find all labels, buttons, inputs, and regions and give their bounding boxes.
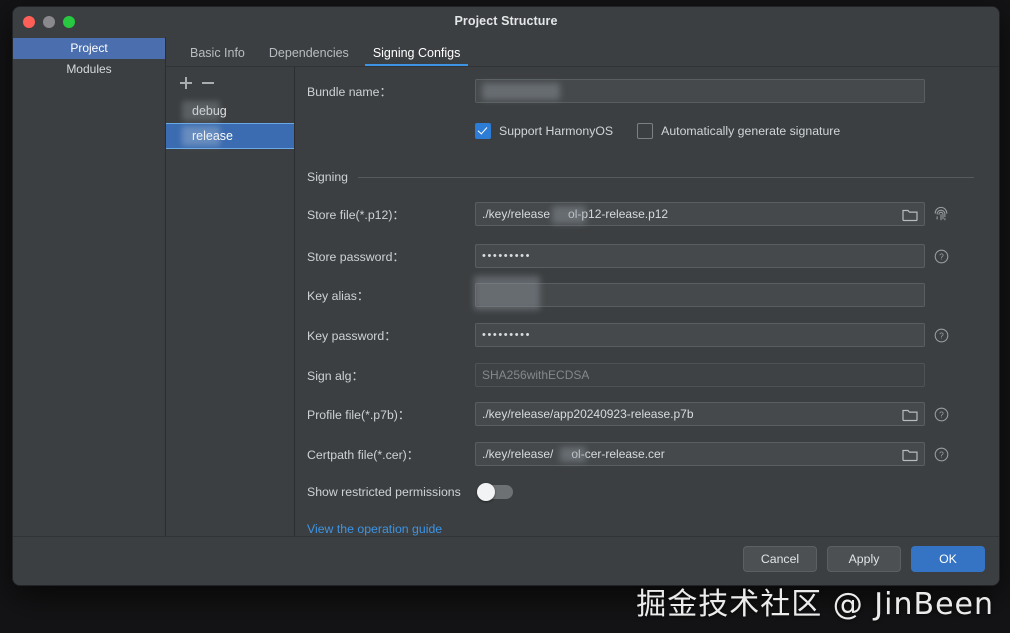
browse-folder-icon[interactable] — [900, 406, 920, 423]
signing-config-list: debug release — [166, 99, 294, 149]
checkbox-support-harmonyos-label: Support HarmonyOS — [499, 124, 613, 138]
bundle-name-label: Bundle name： — [307, 82, 475, 100]
key-password-input[interactable]: ••••••••• — [475, 323, 925, 347]
sidebar-item-project[interactable]: Project — [13, 38, 165, 59]
tab-bar: Basic Info Dependencies Signing Configs — [166, 37, 999, 67]
sidebar: Project Modules — [13, 37, 166, 585]
row-store-file: Store file(*.p12)： ./key/release ol-p12-… — [307, 202, 991, 226]
bundle-name-input[interactable] — [475, 79, 925, 103]
key-alias-label: Key alias： — [307, 286, 475, 304]
redacted-value — [552, 206, 586, 224]
toggle-knob — [477, 483, 495, 501]
row-key-alias: Key alias： — [307, 283, 991, 307]
help-icon[interactable]: ? — [934, 328, 949, 343]
row-sign-alg: Sign alg： SHA256withECDSA — [307, 363, 991, 387]
svg-text:?: ? — [939, 251, 944, 261]
svg-text:?: ? — [939, 409, 944, 419]
browse-folder-icon[interactable] — [900, 206, 920, 223]
signing-form: Bundle name： Support HarmonyOS — [295, 67, 999, 585]
footer-buttons: Cancel Apply OK — [743, 546, 985, 572]
tab-signing-configs[interactable]: Signing Configs — [361, 46, 473, 66]
cancel-button[interactable]: Cancel — [743, 546, 817, 572]
tab-basic-info[interactable]: Basic Info — [178, 46, 257, 66]
window-titlebar: Project Structure — [13, 7, 999, 38]
redacted-value — [482, 83, 560, 100]
store-file-input[interactable]: ./key/release ol-p12-release.p12 — [475, 202, 925, 226]
svg-text:?: ? — [939, 449, 944, 459]
list-item-debug[interactable]: debug — [166, 99, 294, 123]
remove-config-button[interactable] — [200, 75, 216, 91]
browse-folder-icon[interactable] — [900, 446, 920, 463]
sign-alg-input: SHA256withECDSA — [475, 363, 925, 387]
help-icon[interactable]: ? — [934, 407, 949, 422]
certpath-file-input[interactable]: ./key/release/ ol-cer-release.cer — [475, 442, 925, 466]
row-restricted-permissions: Show restricted permissions — [307, 480, 991, 504]
row-checkboxes: Support HarmonyOS Automatically generate… — [475, 123, 864, 139]
help-icon[interactable]: ? — [934, 249, 949, 264]
sidebar-item-modules[interactable]: Modules — [13, 59, 165, 80]
dialog-footer: Cancel Apply OK — [13, 536, 999, 585]
window-title: Project Structure — [13, 14, 999, 28]
row-certpath-file: Certpath file(*.cer)： ./key/release/ ol-… — [307, 442, 991, 466]
row-bundle-name: Bundle name： — [307, 79, 991, 103]
project-structure-window: Project Structure Project Modules Basic … — [12, 6, 1000, 586]
content-area: Basic Info Dependencies Signing Configs — [166, 37, 999, 585]
help-icon[interactable]: ? — [934, 447, 949, 462]
key-password-value: ••••••••• — [482, 329, 531, 341]
apply-button[interactable]: Apply — [827, 546, 901, 572]
store-password-value: ••••••••• — [482, 250, 531, 262]
window-body: Project Modules Basic Info Dependencies … — [13, 37, 999, 585]
svg-text:?: ? — [939, 330, 944, 340]
signing-config-list-pane: debug release — [166, 67, 295, 585]
checkbox-auto-generate-signature-label: Automatically generate signature — [661, 124, 840, 138]
group-divider — [358, 177, 974, 178]
store-password-input[interactable]: ••••••••• — [475, 244, 925, 268]
tab-dependencies[interactable]: Dependencies — [257, 46, 361, 66]
operation-guide-link[interactable]: View the operation guide — [307, 522, 442, 536]
redacted-prefix — [182, 101, 220, 121]
redacted-value — [474, 276, 540, 310]
profile-file-value: ./key/release/app20240923-release.p7b — [482, 407, 694, 421]
profile-file-input[interactable]: ./key/release/app20240923-release.p7b — [475, 402, 925, 426]
list-item-release[interactable]: release — [166, 123, 294, 149]
store-file-label: Store file(*.p12)： — [307, 205, 475, 223]
row-store-password: Store password： ••••••••• ? — [307, 244, 991, 268]
add-config-button[interactable] — [178, 75, 194, 91]
signing-group-title: Signing — [307, 170, 348, 184]
key-password-label: Key password： — [307, 326, 475, 344]
restricted-permissions-label: Show restricted permissions — [307, 485, 461, 499]
sign-alg-value: SHA256withECDSA — [482, 368, 589, 382]
redacted-value — [560, 447, 586, 462]
certpath-file-label: Certpath file(*.cer)： — [307, 445, 475, 463]
checkbox-auto-generate-signature[interactable] — [637, 123, 653, 139]
profile-file-label: Profile file(*.p7b)： — [307, 405, 475, 423]
screen: Project Structure Project Modules Basic … — [0, 0, 1010, 633]
checkbox-support-harmonyos[interactable] — [475, 123, 491, 139]
panes: debug release Bundle name： — [166, 67, 999, 585]
redacted-prefix — [182, 126, 220, 146]
row-profile-file: Profile file(*.p7b)： ./key/release/app20… — [307, 402, 991, 426]
sign-alg-label: Sign alg： — [307, 366, 475, 384]
restricted-permissions-toggle[interactable] — [477, 485, 513, 499]
row-key-password: Key password： ••••••••• ? — [307, 323, 991, 347]
signing-config-toolbar — [166, 73, 294, 93]
fingerprint-icon[interactable] — [933, 206, 949, 222]
key-alias-input[interactable] — [475, 283, 925, 307]
signing-group-header: Signing — [307, 170, 991, 184]
store-password-label: Store password： — [307, 247, 475, 265]
ok-button[interactable]: OK — [911, 546, 985, 572]
